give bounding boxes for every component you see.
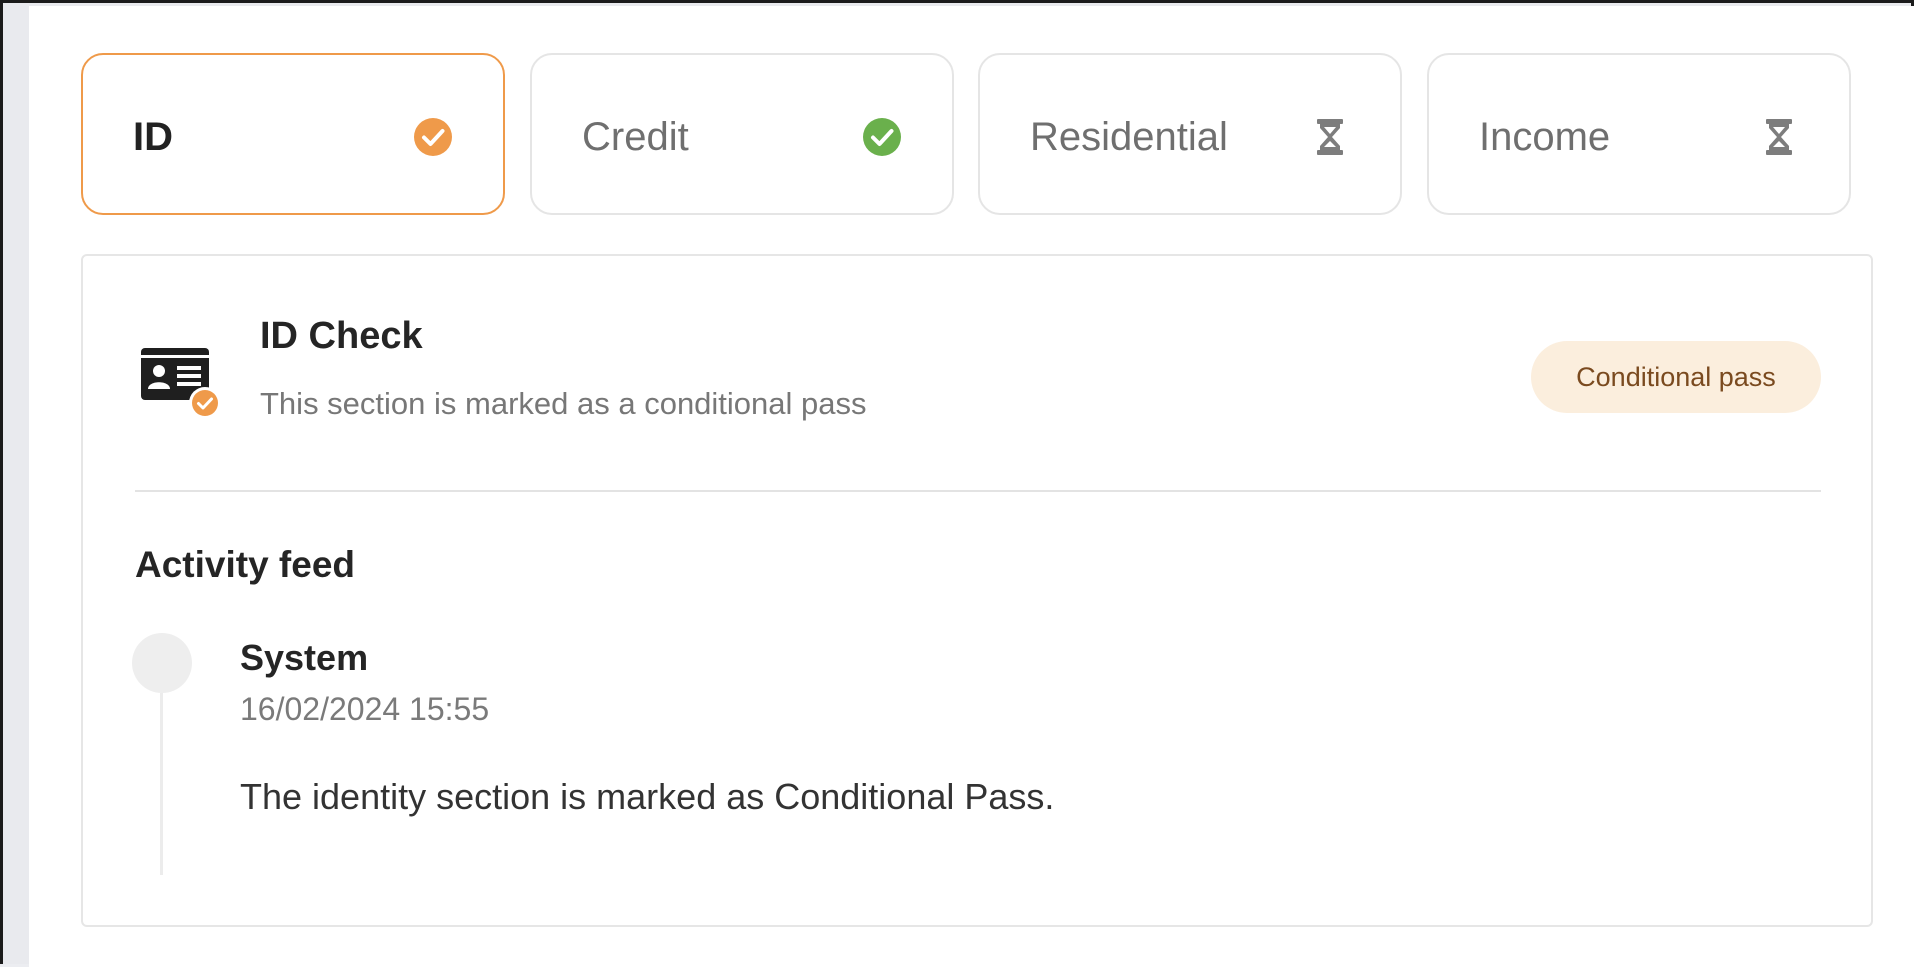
tab-label: Credit — [582, 115, 689, 159]
hourglass-icon — [1317, 119, 1343, 155]
section-card: ID Check This section is marked as a con… — [81, 254, 1873, 927]
check-circle-orange-icon — [414, 118, 452, 156]
id-card-check-icon — [141, 348, 221, 419]
tab-id[interactable]: ID — [81, 53, 505, 215]
verification-tabs: ID Credit Residential Income — [81, 53, 1873, 219]
section-subtitle: This section is marked as a conditional … — [260, 386, 867, 421]
activity-timestamp: 16/02/2024 15:55 — [240, 691, 490, 727]
timeline-dot — [132, 633, 192, 693]
timeline-line — [160, 693, 163, 875]
tab-label: Income — [1479, 115, 1611, 159]
activity-author: System — [240, 637, 369, 678]
activity-feed-heading: Activity feed — [135, 544, 356, 585]
verification-page: ID Credit Residential Income ID Check Th… — [29, 6, 1914, 967]
tab-label: Residential — [1030, 115, 1228, 159]
tab-credit[interactable]: Credit — [530, 53, 954, 215]
status-badge: Conditional pass — [1531, 341, 1821, 413]
window-frame: ID Credit Residential Income ID Check Th… — [0, 0, 1914, 967]
section-title: ID Check — [260, 315, 423, 357]
check-circle-green-icon — [863, 118, 901, 156]
divider — [135, 490, 1821, 492]
tab-residential[interactable]: Residential — [978, 53, 1402, 215]
tab-income[interactable]: Income — [1427, 53, 1851, 215]
hourglass-icon — [1766, 119, 1792, 155]
activity-message: The identity section is marked as Condit… — [240, 776, 1055, 817]
tab-label: ID — [133, 115, 173, 159]
